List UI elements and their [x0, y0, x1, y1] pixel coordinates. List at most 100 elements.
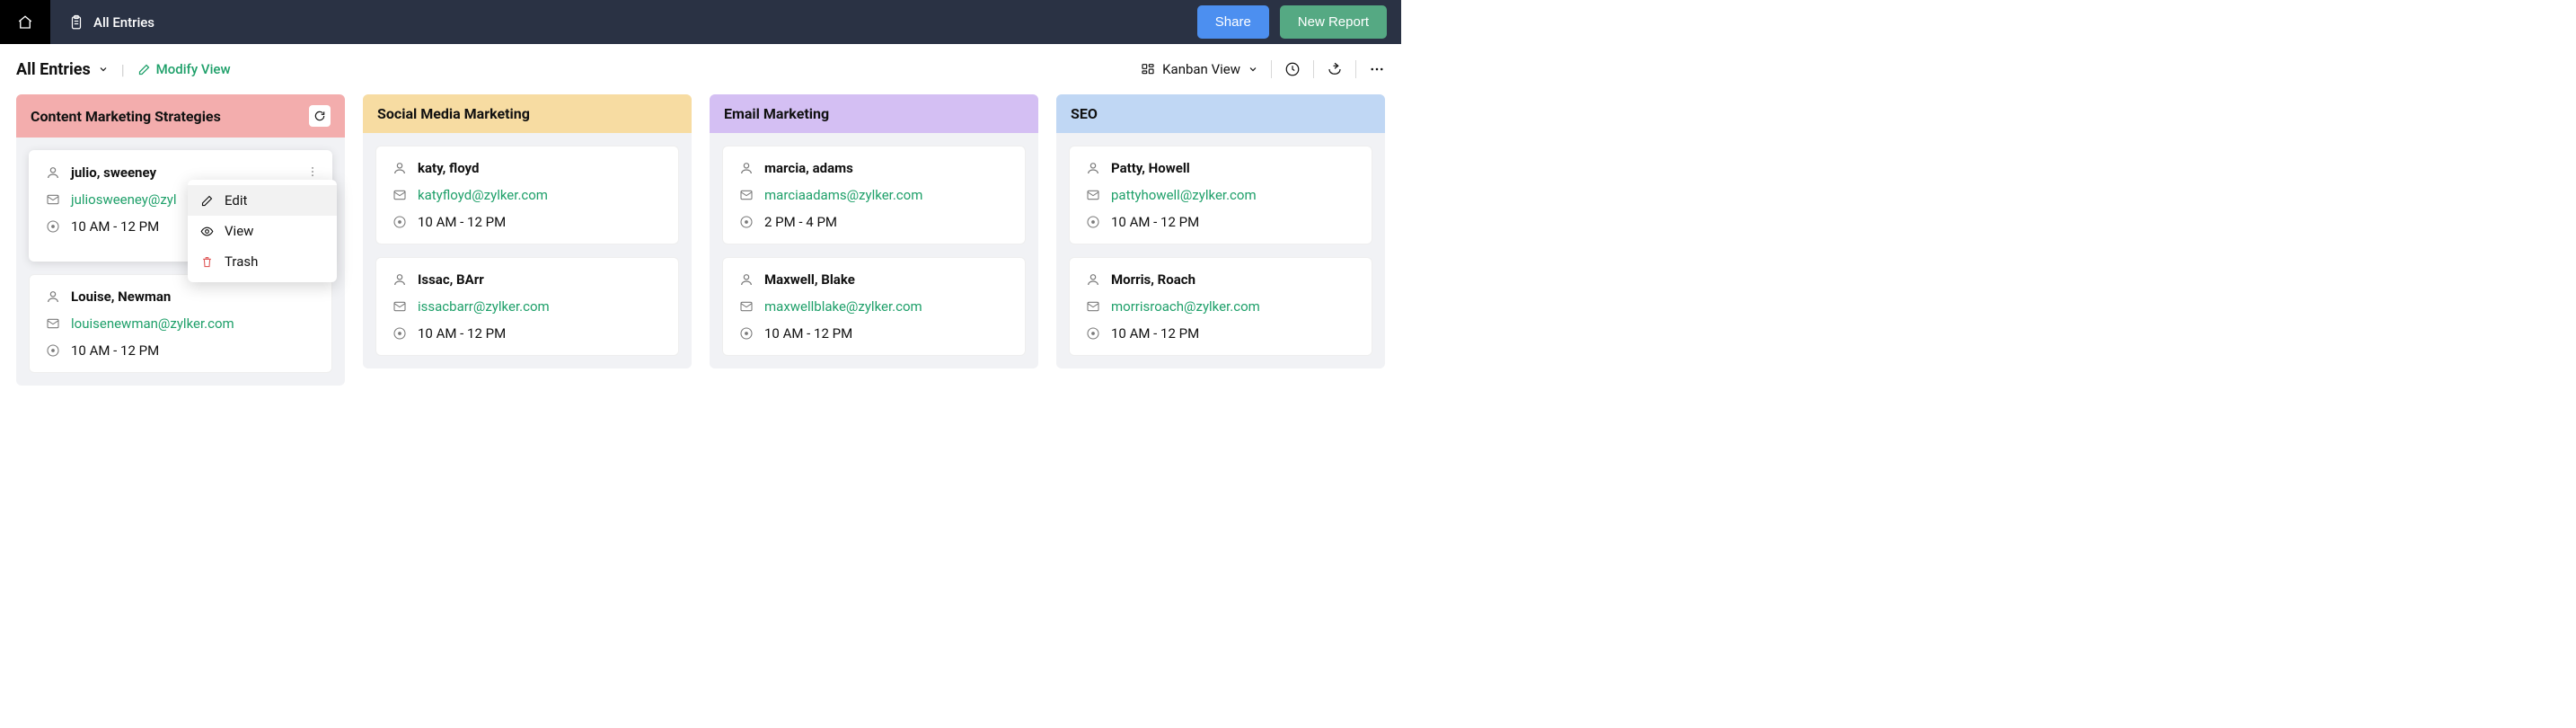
- card-name-row: Issac, BArr: [393, 272, 662, 287]
- person-icon: [46, 289, 60, 304]
- card-email[interactable]: louisenewman@zylker.com: [71, 317, 234, 331]
- card-name-row: Morris, Roach: [1086, 272, 1355, 287]
- divider: [1271, 60, 1272, 78]
- card-time-row: 10 AM - 12 PM: [46, 343, 315, 358]
- card-name: Issac, BArr: [418, 273, 484, 287]
- kanban-column: Email Marketing marcia, adams marciaadams@…: [710, 94, 1038, 368]
- column-header: Social Media Marketing: [363, 94, 692, 133]
- column-body: katy, floyd katyfloyd@zylker.com 10 AM - 1…: [363, 133, 692, 368]
- mail-icon: [1086, 188, 1100, 202]
- mail-icon: [393, 299, 407, 314]
- chevron-down-icon: [98, 64, 109, 75]
- card-email-row: issacbarr@zylker.com: [393, 299, 662, 314]
- kanban-card[interactable]: Louise, Newman louisenewman@zylker.com 10 …: [29, 274, 332, 373]
- clock-icon: [393, 215, 407, 229]
- kanban-card[interactable]: katy, floydkatyfloyd@zylker.com10 AM - 1…: [375, 146, 679, 244]
- clock-icon: [1086, 326, 1100, 341]
- card-name-row: marcia, adams: [739, 161, 1009, 175]
- card-name-row: Patty, Howell: [1086, 161, 1355, 175]
- person-icon: [1086, 161, 1100, 175]
- card-name: katy, floyd: [418, 162, 479, 175]
- card-email[interactable]: morrisroach@zylker.com: [1111, 300, 1260, 314]
- clock-icon: [46, 219, 60, 234]
- divider: [1355, 60, 1356, 78]
- clock-icon: [393, 326, 407, 341]
- card-name: Morris, Roach: [1111, 273, 1195, 287]
- kanban-card[interactable]: Morris, Roach morrisroach@zylker.com 10 AM…: [1069, 257, 1372, 356]
- person-icon: [393, 161, 407, 175]
- kanban-card[interactable]: Patty, Howell pattyhowell@zylker.com 10 AM…: [1069, 146, 1372, 244]
- card-name: julio, sweeney: [71, 166, 156, 180]
- ctx-view[interactable]: View: [188, 216, 337, 246]
- kanban-card[interactable]: marcia, adams marciaadams@zylker.com 2 PM …: [722, 146, 1026, 244]
- share-arrow-icon: [1327, 61, 1343, 77]
- kanban-card[interactable]: Maxwell, Blake maxwellblake@zylker.com 10 …: [722, 257, 1026, 356]
- more-vertical-icon: [306, 165, 319, 178]
- card-email-row: marciaadams@zylker.com: [739, 188, 1009, 202]
- trash-icon: [200, 255, 214, 269]
- topbar: All Entries Share New Report: [0, 0, 1401, 44]
- modify-view-button[interactable]: Modify View: [137, 61, 231, 77]
- clock-icon: [1284, 61, 1301, 77]
- column-header: Content Marketing Strategies: [16, 94, 345, 138]
- view-mode-dropdown[interactable]: Kanban View: [1141, 61, 1258, 77]
- share-export-button[interactable]: [1327, 61, 1343, 77]
- kanban-card[interactable]: julio, sweeney juliosweeney@zyl 10 AM - 12…: [29, 150, 332, 262]
- person-icon: [739, 272, 754, 287]
- chevron-down-icon: [1248, 64, 1258, 75]
- card-name-row: Louise, Newman: [46, 289, 315, 304]
- share-button[interactable]: Share: [1197, 5, 1269, 39]
- card-time-row: 10 AM - 12 PM: [1086, 326, 1355, 341]
- mail-icon: [46, 316, 60, 331]
- kanban-column: Content Marketing Strategies julio, sween…: [16, 94, 345, 386]
- card-time-row: 10 AM - 12 PM: [1086, 215, 1355, 229]
- column-title: Email Marketing: [724, 105, 829, 122]
- divider: [1313, 60, 1314, 78]
- ctx-edit[interactable]: Edit: [188, 185, 337, 216]
- ctx-view-label: View: [225, 223, 253, 239]
- modify-view-label: Modify View: [156, 61, 231, 77]
- card-email-row: pattyhowell@zylker.com: [1086, 188, 1355, 202]
- card-email[interactable]: marciaadams@zylker.com: [764, 189, 922, 202]
- clock-icon: [739, 326, 754, 341]
- card-email[interactable]: juliosweeney@zyl: [71, 193, 177, 207]
- card-name-row: julio, sweeney: [46, 165, 315, 180]
- more-button[interactable]: [1369, 61, 1385, 77]
- card-time: 10 AM - 12 PM: [764, 327, 852, 341]
- context-menu: Edit View Trash: [188, 180, 337, 282]
- card-time: 10 AM - 12 PM: [71, 220, 159, 234]
- mail-icon: [1086, 299, 1100, 314]
- new-report-button[interactable]: New Report: [1280, 5, 1387, 39]
- separator: |: [121, 61, 125, 78]
- card-time-row: 2 PM - 4 PM: [739, 215, 1009, 229]
- person-icon: [46, 165, 60, 180]
- card-email[interactable]: pattyhowell@zylker.com: [1111, 189, 1257, 202]
- kanban-card[interactable]: Issac, BArr issacbarr@zylker.com 10 AM - 1…: [375, 257, 679, 356]
- card-time-row: 10 AM - 12 PM: [739, 326, 1009, 341]
- home-icon: [17, 14, 33, 31]
- eye-icon: [200, 225, 214, 238]
- card-name-row: Maxwell, Blake: [739, 272, 1009, 287]
- card-email[interactable]: issacbarr@zylker.com: [418, 300, 550, 314]
- card-time-row: 10 AM - 12 PM: [393, 326, 662, 341]
- card-more-button[interactable]: [306, 165, 319, 178]
- history-button[interactable]: [1284, 61, 1301, 77]
- view-title-dropdown[interactable]: All Entries: [16, 60, 109, 79]
- home-button[interactable]: [0, 0, 50, 44]
- person-icon: [393, 272, 407, 287]
- page-title-area: All Entries: [50, 14, 1197, 31]
- ctx-trash[interactable]: Trash: [188, 246, 337, 277]
- refresh-button[interactable]: [309, 105, 331, 127]
- card-email-row: katyfloyd@zylker.com: [393, 188, 662, 202]
- top-actions: Share New Report: [1197, 5, 1401, 39]
- mail-icon: [739, 188, 754, 202]
- card-email[interactable]: katyfloyd@zylker.com: [418, 189, 548, 202]
- ctx-edit-label: Edit: [225, 192, 247, 209]
- kanban-board: Content Marketing Strategies julio, sween…: [0, 94, 1401, 404]
- pencil-icon: [200, 194, 214, 208]
- card-time: 2 PM - 4 PM: [764, 216, 837, 229]
- kanban-column: SEO Patty, Howell pattyhowell@zylker.com 10…: [1056, 94, 1385, 368]
- card-email[interactable]: maxwellblake@zylker.com: [764, 300, 922, 314]
- mail-icon: [46, 192, 60, 207]
- column-title: SEO: [1071, 105, 1098, 122]
